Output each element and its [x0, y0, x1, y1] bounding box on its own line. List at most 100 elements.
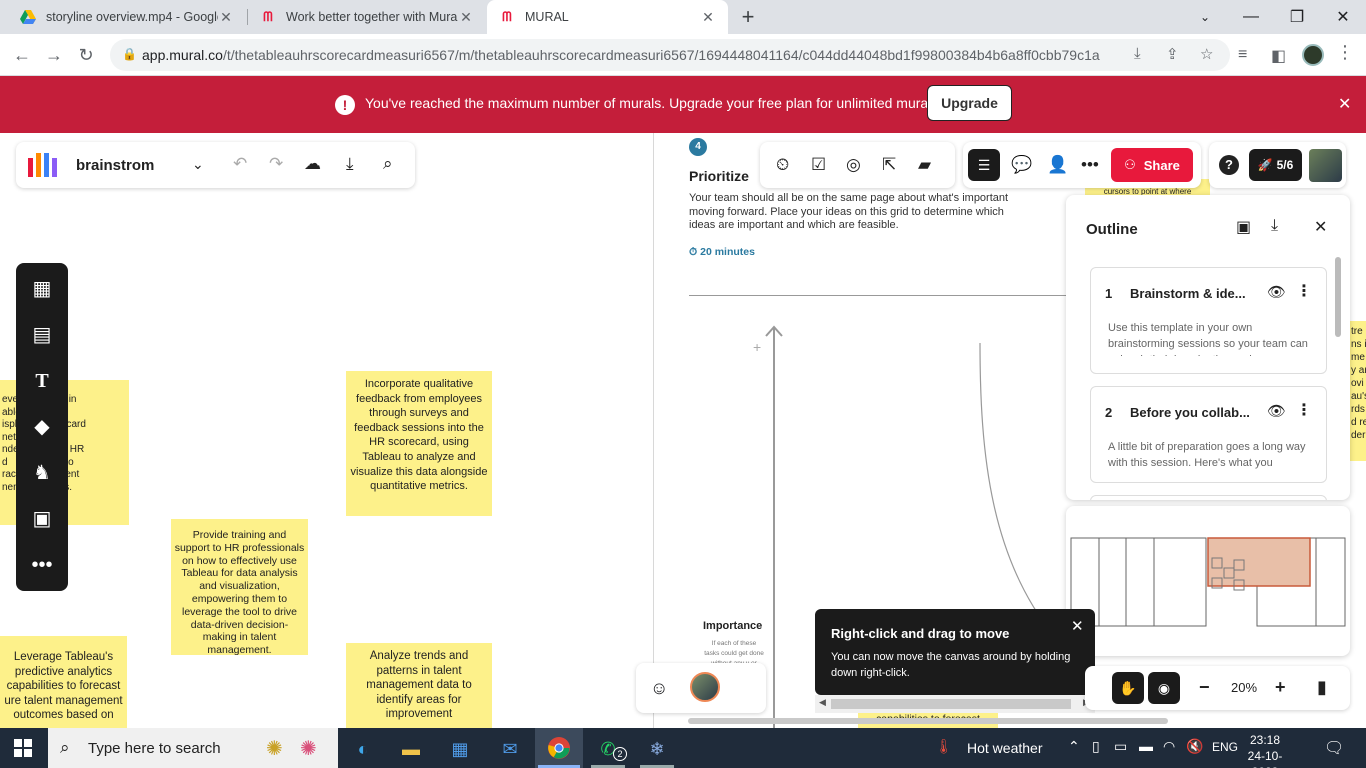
tab-storyline[interactable]: storyline overview.mp4 - Google ✕	[8, 0, 246, 34]
minimize-button[interactable]: —	[1228, 0, 1274, 34]
hand-pan-icon[interactable]: ✋	[1112, 672, 1144, 704]
text-icon[interactable]: T	[30, 369, 54, 393]
share-button[interactable]: ⚇ Share	[1111, 148, 1193, 182]
install-icon[interactable]: ⤓	[1134, 45, 1141, 62]
zoom-in-icon[interactable]: +	[1275, 677, 1286, 698]
toolkit-icon[interactable]: ▰	[918, 155, 931, 175]
new-tab-button[interactable]: +	[738, 4, 758, 30]
voting-icon[interactable]: ☑	[811, 155, 826, 175]
eye-icon[interactable]: 👁	[1267, 283, 1286, 301]
sticky-note[interactable]: Leverage Tableau's predictive analytics …	[0, 636, 127, 728]
download-icon[interactable]: ⤓	[346, 154, 354, 174]
restore-button[interactable]: ❐	[1274, 0, 1320, 34]
device-icon[interactable]: ▯	[1092, 738, 1100, 755]
timer-icon[interactable]: ⏲	[776, 155, 789, 175]
close-icon[interactable]: ✕	[1071, 617, 1084, 635]
sticky-note[interactable]: Analyze trends and patterns in talent ma…	[346, 643, 492, 728]
present-icon[interactable]: ▣	[1236, 217, 1251, 237]
clock[interactable]: 23:18 24-10-2023	[1237, 732, 1293, 768]
outline-item[interactable]	[1090, 495, 1327, 500]
download-icon[interactable]: ⤓	[1271, 217, 1278, 235]
private-mode-icon[interactable]: ◎	[846, 155, 861, 175]
more-icon[interactable]: •••	[30, 553, 54, 577]
mail-icon[interactable]: ✉	[497, 736, 523, 762]
sticky-note[interactable]: Provide training and support to HR profe…	[171, 519, 308, 655]
bookmark-star-icon[interactable]: ☆	[1200, 45, 1213, 63]
language-indicator[interactable]: ENG	[1212, 740, 1238, 754]
sticky-note[interactable]: tre ns i me y ar ovi au's rds d re der	[1350, 321, 1366, 461]
more-vertical-icon[interactable]: ⋮	[1296, 400, 1312, 420]
snipping-tool-icon[interactable]: ❄	[644, 736, 670, 762]
outline-icon[interactable]: ☰	[968, 149, 1000, 181]
eye-icon[interactable]: 👁	[1267, 402, 1286, 420]
thermometer-icon[interactable]: 🌡	[935, 738, 953, 755]
close-tab-icon[interactable]: ✕	[458, 9, 474, 26]
horizontal-scrollbar[interactable]: ◀ ▶	[815, 695, 1095, 713]
windows-start-icon[interactable]	[14, 739, 32, 757]
cloud-saved-icon[interactable]: ☁	[304, 154, 321, 174]
undo-icon[interactable]: ↶	[233, 154, 247, 174]
templates-icon[interactable]: ▦	[30, 277, 54, 301]
emoji-reaction-icon[interactable]: ☺	[650, 678, 668, 699]
outline-item[interactable]: 1 Brainstorm & ide... 👁 ⋮ Use this templ…	[1090, 267, 1327, 374]
icons-llama-icon[interactable]: ♞	[30, 461, 54, 485]
reading-list-icon[interactable]: ≡	[1238, 46, 1247, 64]
display-icon[interactable]: ▭	[1114, 738, 1127, 755]
tab-mural-active[interactable]: ᗰ MURAL ✕	[487, 0, 728, 34]
sticky-note-icon[interactable]: ▤	[30, 323, 54, 347]
zoom-level[interactable]: 20%	[1231, 680, 1257, 695]
close-tab-icon[interactable]: ✕	[218, 9, 234, 26]
user-avatar[interactable]	[1309, 149, 1342, 182]
mural-name[interactable]: brainstrom	[76, 157, 154, 174]
side-panel-icon[interactable]: ◧	[1271, 46, 1286, 66]
scroll-thumb[interactable]	[831, 699, 1071, 709]
redo-icon[interactable]: ↷	[269, 154, 283, 174]
fullscreen-icon[interactable]: ▮	[1317, 677, 1327, 698]
map-icon[interactable]: ◉	[1148, 672, 1180, 704]
scroll-left-icon[interactable]: ◀	[819, 697, 826, 708]
window-close-button[interactable]: ✕	[1320, 0, 1366, 34]
weather-text[interactable]: Hot weather	[967, 740, 1042, 756]
forward-icon[interactable]: →	[41, 42, 67, 68]
minimap[interactable]	[1066, 506, 1350, 656]
battery-icon[interactable]: ▬	[1139, 738, 1153, 754]
zoom-out-icon[interactable]: −	[1199, 677, 1210, 698]
summon-icon[interactable]: ⇱	[882, 155, 896, 175]
close-tab-icon[interactable]: ✕	[700, 9, 716, 26]
mural-logo[interactable]	[27, 152, 59, 178]
tab-search-icon[interactable]: ⌄	[1182, 0, 1228, 34]
close-icon[interactable]: ✕	[1314, 217, 1327, 237]
taskbar-search[interactable]: ⌕ Type here to search ✺ ✺	[48, 728, 338, 768]
canvas-horizontal-scrollbar[interactable]	[688, 718, 1168, 724]
chrome-menu-icon[interactable]: ⋮	[1336, 42, 1354, 63]
reload-icon[interactable]: ↻	[73, 42, 99, 68]
chevron-up-icon[interactable]: ⌃	[1068, 738, 1080, 755]
file-explorer-icon[interactable]: ▬	[398, 736, 424, 762]
sticky-note[interactable]: Incorporate qualitative feedback from em…	[346, 371, 492, 516]
more-vertical-icon[interactable]: ⋮	[1296, 281, 1312, 301]
chevron-down-icon[interactable]: ⌄	[192, 156, 204, 173]
comments-icon[interactable]: 💬	[1011, 155, 1032, 175]
members-icon[interactable]: 👤	[1047, 155, 1068, 175]
more-options-icon[interactable]: •••	[1081, 155, 1099, 175]
tab-mural-work-better[interactable]: ᗰ Work better together with Mural ✕	[248, 0, 486, 34]
image-icon[interactable]: ▣	[30, 507, 54, 531]
chrome-icon[interactable]	[546, 736, 572, 762]
mural-canvas[interactable]: eve board in able ually ispl scorecard n…	[0, 133, 1366, 728]
share-page-icon[interactable]: ⇪	[1166, 45, 1179, 63]
search-icon[interactable]: ⌕	[383, 154, 393, 174]
shapes-icon[interactable]: ◆	[30, 415, 54, 439]
upgrade-button[interactable]: Upgrade	[927, 85, 1012, 121]
notifications-icon[interactable]: 🗨	[1324, 738, 1344, 758]
wifi-icon[interactable]: ◠	[1163, 738, 1175, 755]
outline-item[interactable]: 2 Before you collab... 👁 ⋮ A little bit …	[1090, 386, 1327, 483]
store-icon[interactable]: ▦	[447, 736, 473, 762]
participants-pill[interactable]: 🚀 5/6	[1249, 149, 1302, 181]
volume-muted-icon[interactable]: 🔇	[1186, 738, 1203, 755]
collaborator-avatar[interactable]	[690, 672, 720, 702]
back-icon[interactable]: ←	[9, 42, 35, 68]
url-bar[interactable]: 🔒 app.mural.co/t/thetableauhrscorecardme…	[110, 39, 1230, 71]
banner-close-icon[interactable]: ✕	[1338, 94, 1351, 114]
outline-scrollbar[interactable]	[1335, 257, 1341, 337]
help-icon[interactable]: ?	[1219, 155, 1239, 175]
